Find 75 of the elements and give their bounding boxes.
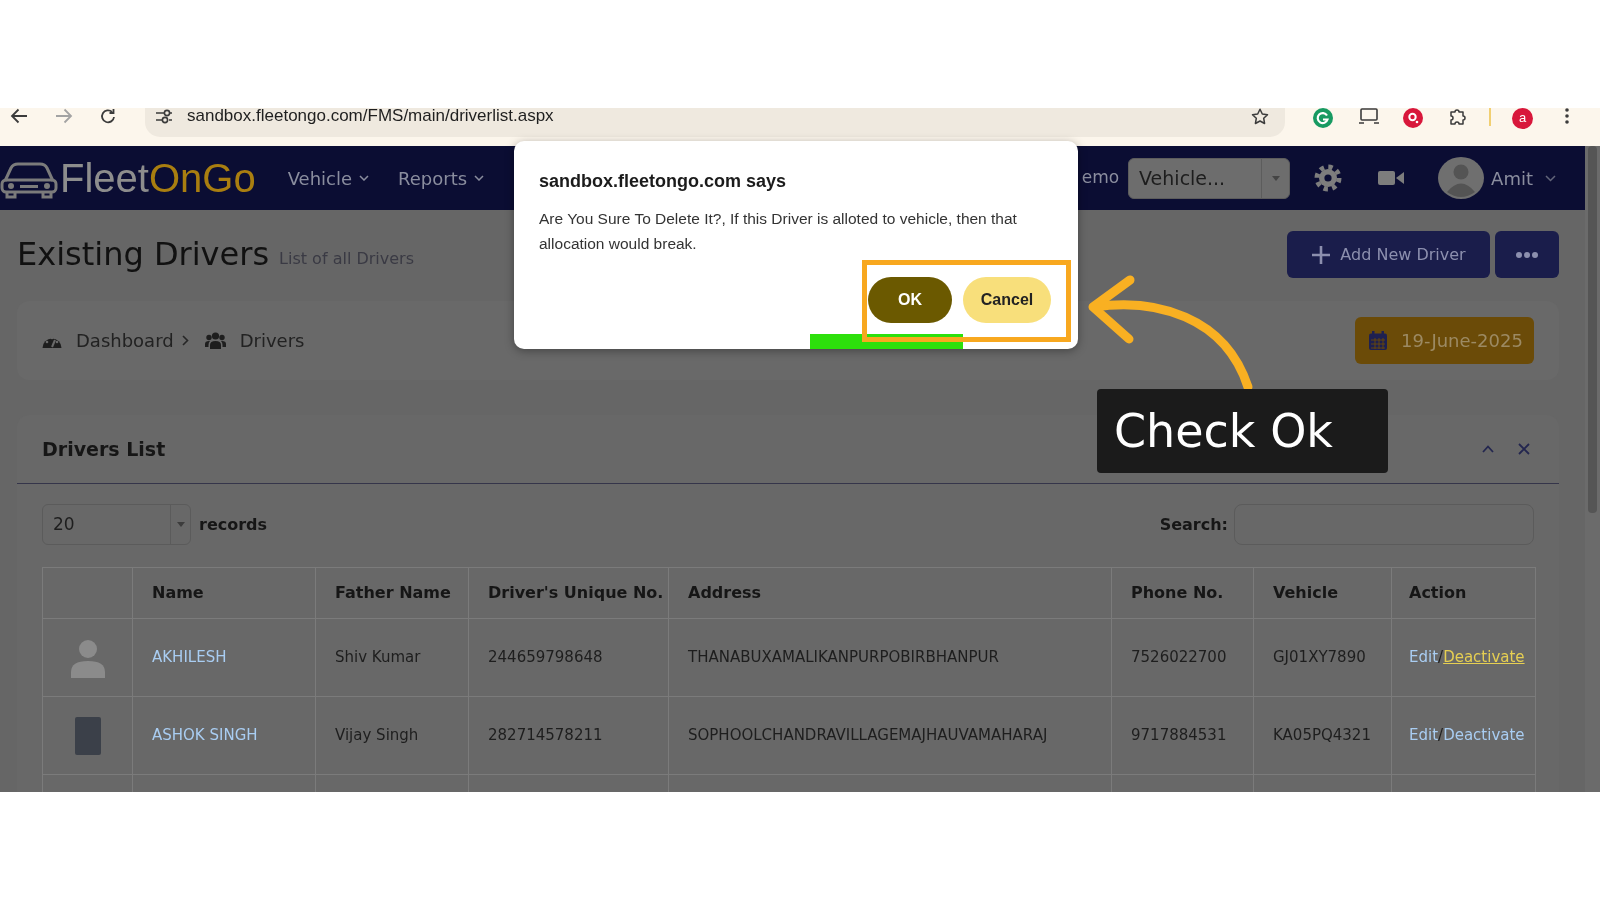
name-link[interactable]: AKHILESH — [152, 648, 227, 667]
column-header: Vehicle — [1253, 567, 1392, 619]
profile-avatar[interactable]: a — [1512, 108, 1533, 129]
more-options-button[interactable] — [1495, 231, 1559, 278]
cancel-button[interactable]: Cancel — [963, 277, 1051, 323]
vehicle-select[interactable]: Vehicle... — [1128, 157, 1291, 199]
nav-menu-item[interactable]: Reports — [398, 164, 485, 192]
column-header: Address — [668, 567, 1112, 619]
close-icon[interactable] — [1518, 443, 1530, 455]
user-name[interactable]: Amit — [1491, 164, 1533, 192]
table-cell: GJ01XY7890 — [1253, 618, 1392, 697]
search-label: Search: — [1159, 513, 1228, 536]
caret-down-icon — [176, 522, 185, 527]
column-header: Driver's Unique No. — [468, 567, 669, 619]
reload-icon[interactable] — [100, 108, 117, 124]
table-cell: THANABUXAMALIKANPURPOBIRBHANPUR — [668, 618, 1112, 697]
table-cell: SOPHOOLCHANDRAVILLAGEMAJHAUVAMAHARAJ — [668, 696, 1112, 775]
link-separator: / — [1438, 726, 1444, 745]
edit-link[interactable]: Edit — [1409, 726, 1439, 745]
deactivate-link[interactable]: Deactivate — [1443, 648, 1525, 667]
circle-extension-icon[interactable] — [1403, 108, 1423, 128]
page-title: Existing Drivers — [17, 234, 270, 275]
back-icon[interactable] — [10, 108, 28, 124]
deactivate-link[interactable]: Deactivate — [1443, 726, 1525, 745]
card-title: Drivers List — [42, 436, 166, 462]
video-camera-icon[interactable] — [1378, 169, 1405, 187]
bookmark-star-icon[interactable] — [1251, 107, 1269, 125]
scrollbar-thumb[interactable] — [1588, 146, 1597, 513]
avatar-icon — [68, 637, 107, 678]
caret-down-icon — [359, 175, 370, 181]
dialog-title: sandbox.fleetongo.com says — [539, 170, 788, 193]
callout-label: Check Ok — [1097, 389, 1388, 473]
users-icon — [204, 332, 226, 349]
breadcrumb-current: Drivers — [239, 329, 305, 353]
address-bar[interactable]: sandbox.fleetongo.com/FMS/main/driverlist.aspx — [145, 108, 1285, 137]
ok-button[interactable]: OK — [868, 277, 952, 323]
table-cell: Shiv Kumar — [315, 618, 469, 697]
table-cell: 244659798648 — [468, 618, 669, 697]
nav-menu-item[interactable]: Vehicle — [287, 164, 370, 192]
plus-icon — [1311, 244, 1332, 265]
column-header: Name — [132, 567, 316, 619]
caret-down-icon[interactable] — [1545, 174, 1556, 182]
breadcrumb-link[interactable]: Dashboard — [76, 327, 174, 354]
add-driver-button[interactable]: Add New Driver — [1287, 231, 1490, 278]
settings-icon[interactable] — [1314, 164, 1343, 192]
column-header: Father Name — [315, 567, 469, 619]
column-header: Action — [1391, 567, 1536, 619]
caret-down-icon — [1271, 175, 1280, 181]
brand-name[interactable]: FleetOnGo — [60, 158, 256, 198]
name-link[interactable]: ASHOK SINGH — [152, 726, 258, 745]
ring-extension-icon[interactable] — [1313, 108, 1333, 128]
dialog-message: Are You Sure To Delete It?, If this Driver is alloted to vehicle, then that allocation would break. — [539, 209, 1018, 254]
calendar-icon — [1369, 331, 1387, 350]
site-settings-icon[interactable] — [155, 108, 173, 124]
dots-icon — [1516, 251, 1538, 258]
table-cell: 7526022700 — [1111, 618, 1254, 697]
photo-placeholder — [74, 716, 101, 755]
table-cell: 282714578211 — [468, 696, 669, 775]
link-separator: / — [1438, 648, 1444, 667]
table-cell: Vijay Singh — [315, 696, 469, 775]
collapse-icon[interactable] — [1482, 445, 1494, 453]
cast-icon[interactable] — [1359, 108, 1379, 124]
table-cell: KA05PQ4321 — [1253, 696, 1392, 775]
nav-menu-item[interactable]: emo — [1081, 165, 1120, 191]
records-label: records — [199, 513, 268, 536]
scrollbar-track[interactable] — [1585, 146, 1600, 792]
puzzle-icon[interactable] — [1449, 108, 1467, 126]
edit-link[interactable]: Edit — [1409, 648, 1439, 667]
column-header: Phone No. — [1111, 567, 1254, 619]
user-avatar-icon[interactable] — [1438, 157, 1485, 199]
page-size-select[interactable]: 20 — [42, 504, 191, 545]
caret-down-icon — [474, 175, 485, 181]
table-cell: 9717884531 — [1111, 696, 1254, 775]
chevron-right-icon — [181, 335, 189, 346]
kebab-menu-icon[interactable] — [1565, 108, 1569, 124]
